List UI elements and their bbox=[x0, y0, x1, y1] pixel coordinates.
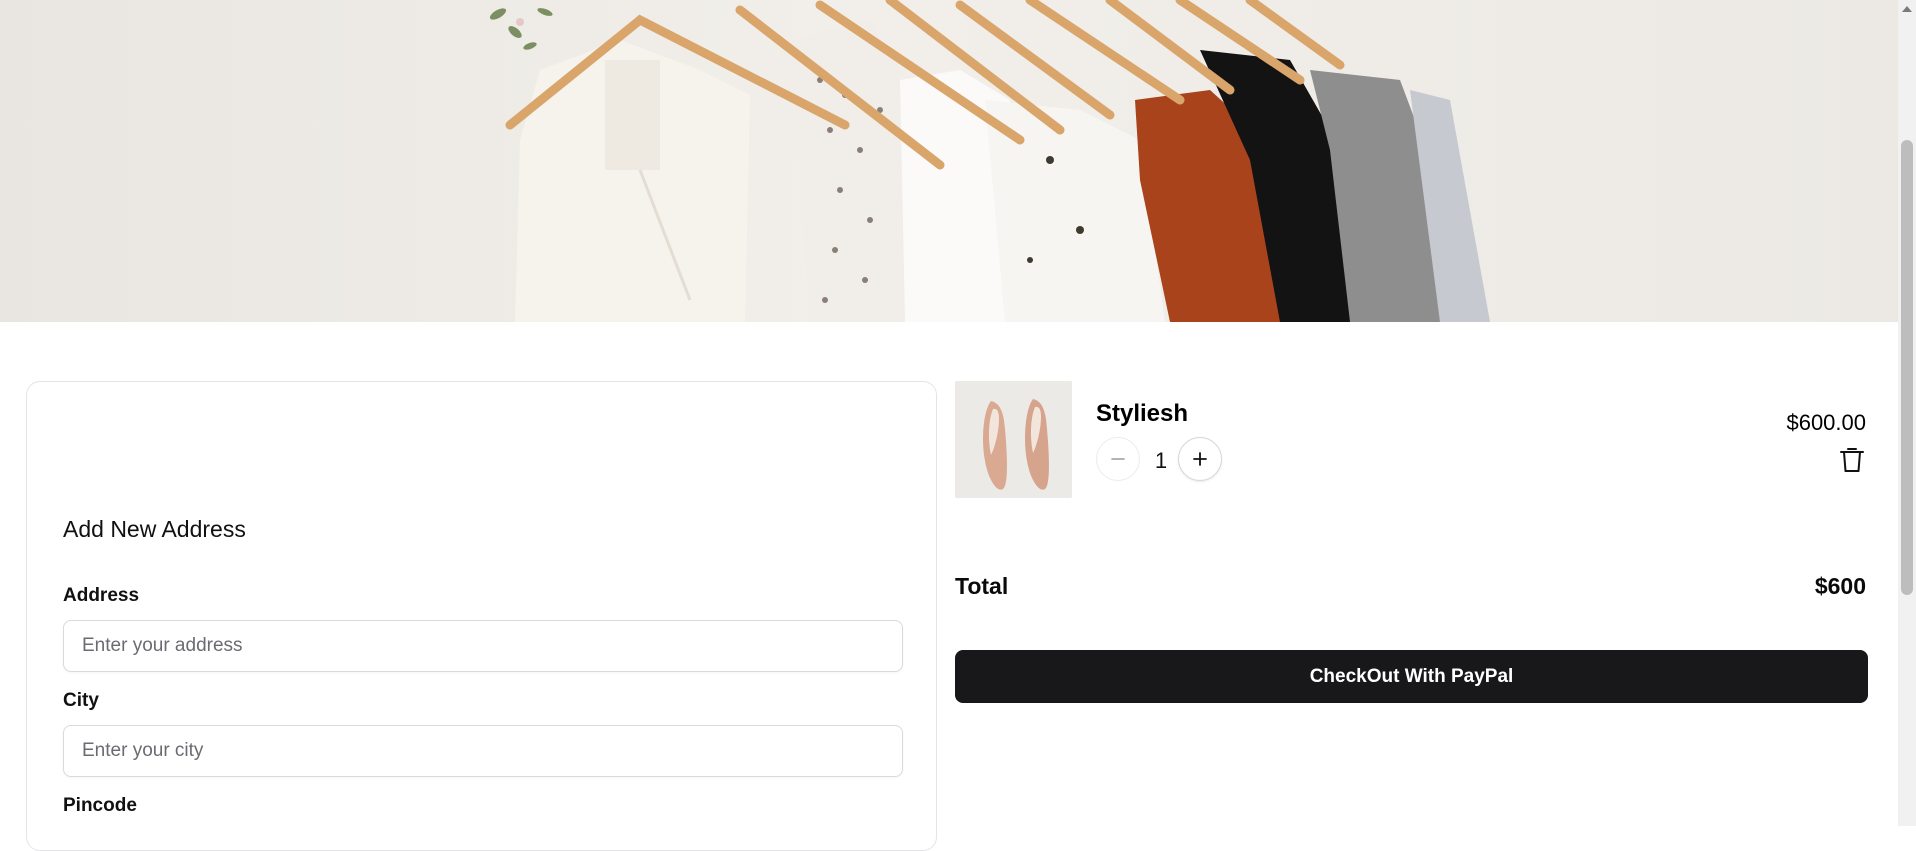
trash-icon bbox=[1840, 448, 1864, 472]
heels-photo-icon bbox=[955, 381, 1072, 498]
minus-icon bbox=[1111, 458, 1125, 460]
address-form-title: Add New Address bbox=[63, 516, 246, 542]
scroll-thumb[interactable] bbox=[1901, 140, 1913, 595]
product-thumbnail bbox=[955, 381, 1072, 498]
address-form-card: Add New Address Address City Pincode bbox=[26, 381, 937, 851]
city-label: City bbox=[63, 690, 99, 711]
remove-item-button[interactable] bbox=[1839, 446, 1865, 474]
total-label: Total bbox=[955, 573, 1009, 599]
checkout-paypal-button[interactable]: CheckOut With PayPal bbox=[955, 650, 1868, 703]
decrease-quantity-button[interactable] bbox=[1096, 437, 1140, 481]
pincode-label: Pincode bbox=[63, 795, 137, 816]
total-amount: $600 bbox=[1814, 573, 1866, 599]
plus-icon bbox=[1193, 452, 1207, 466]
address-label: Address bbox=[63, 585, 140, 606]
address-input[interactable] bbox=[63, 620, 903, 672]
product-price: $600.00 bbox=[1786, 410, 1866, 435]
quantity-value: 1 bbox=[1154, 448, 1168, 473]
hero-banner-image bbox=[0, 0, 1898, 322]
product-name: Styliesh bbox=[1096, 400, 1189, 427]
city-input[interactable] bbox=[63, 725, 903, 777]
scroll-up-arrow-icon[interactable] bbox=[1902, 6, 1912, 12]
clothes-rack-illustration bbox=[0, 0, 1898, 322]
page-scrollbar[interactable] bbox=[1898, 0, 1916, 826]
increase-quantity-button[interactable] bbox=[1178, 437, 1222, 481]
